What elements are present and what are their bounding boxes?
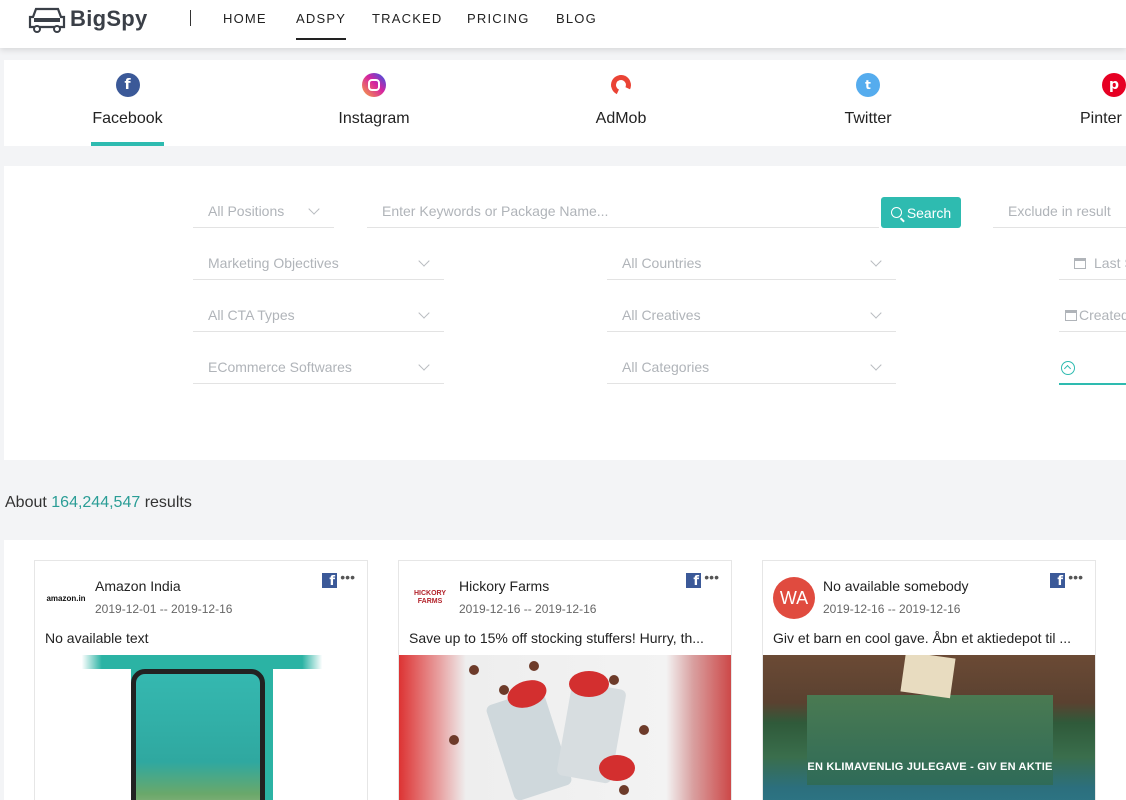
nav-link-pricing[interactable]: PRICING <box>467 11 530 26</box>
advertiser-name[interactable]: No available somebody <box>823 578 969 594</box>
ad-card[interactable]: amazon.in Amazon India 2019-12-01 -- 201… <box>34 560 368 800</box>
select-value: Marketing Objectives <box>208 255 339 271</box>
creatives-select[interactable]: All Creatives <box>607 300 896 332</box>
tab-pinterest[interactable]: p Pinter <box>1080 60 1126 146</box>
ad-date-range: 2019-12-16 -- 2019-12-16 <box>823 602 961 616</box>
active-tab-indicator <box>91 142 164 146</box>
facebook-icon: f <box>1050 573 1065 589</box>
ad-media[interactable]: EN KLIMAVENLIG JULEGAVE - GIV EN AKTIE <box>763 655 1095 800</box>
ecommerce-softwares-select[interactable]: ECommerce Softwares <box>193 352 444 384</box>
advertiser-avatar: WA <box>773 577 815 619</box>
nav-link-home[interactable]: HOME <box>223 11 267 26</box>
select-value: All Countries <box>622 255 702 271</box>
advertiser-name[interactable]: Amazon India <box>95 578 181 594</box>
collapse-filters-toggle[interactable] <box>1059 351 1126 385</box>
chevron-down-icon <box>308 203 320 215</box>
keyword-search-input[interactable]: Enter Keywords or Package Name... <box>367 196 879 228</box>
facebook-icon: f <box>322 573 337 589</box>
button-label: Search <box>906 204 952 221</box>
nav-link-tracked[interactable]: TRACKED <box>372 11 443 26</box>
date-picker-label: Created <box>1079 307 1126 323</box>
nav-link-adspy[interactable]: ADSPY <box>296 11 347 40</box>
ad-date-range: 2019-12-01 -- 2019-12-16 <box>95 602 233 616</box>
created-date-picker[interactable]: Created <box>1059 300 1126 332</box>
advertiser-avatar: amazon.in <box>45 577 87 619</box>
ad-text: Giv et barn en cool gave. Åbn et aktiede… <box>773 630 1072 646</box>
chevron-down-icon <box>870 255 882 267</box>
twitter-icon: t <box>856 73 880 97</box>
advertiser-avatar: HICKORY FARMS <box>409 577 451 619</box>
ad-card[interactable]: HICKORY FARMS Hickory Farms 2019-12-16 -… <box>398 560 732 800</box>
results-number: 164,244,547 <box>51 494 141 511</box>
chevron-down-icon <box>418 307 430 319</box>
select-value: All Creatives <box>622 307 701 323</box>
pinterest-icon: p <box>1102 73 1126 97</box>
categories-select[interactable]: All Categories <box>607 352 896 384</box>
ad-cards-grid: amazon.in Amazon India 2019-12-01 -- 201… <box>4 540 1126 800</box>
results-count: About 164,244,547 results <box>5 494 192 512</box>
ad-date-range: 2019-12-16 -- 2019-12-16 <box>459 602 597 616</box>
tab-label: Instagram <box>338 110 410 127</box>
more-options-icon[interactable]: ••• <box>704 569 719 585</box>
calendar-icon <box>1065 310 1077 321</box>
select-value: All CTA Types <box>208 307 295 323</box>
brand-logo[interactable]: BigSpy <box>28 4 148 34</box>
tab-facebook[interactable]: f Facebook <box>91 60 164 146</box>
input-placeholder: Exclude in result <box>1008 203 1111 219</box>
instagram-icon <box>362 73 386 97</box>
avatar-logo-text: amazon.in <box>46 593 86 603</box>
tab-label: Pinter <box>1080 110 1122 127</box>
cta-types-select[interactable]: All CTA Types <box>193 300 444 332</box>
nav-link-blog[interactable]: BLOG <box>556 11 597 26</box>
avatar-logo-text: HICKORY FARMS <box>413 590 447 605</box>
tab-label: Facebook <box>92 110 163 127</box>
select-value: All Positions <box>208 203 285 219</box>
tab-admob[interactable]: AdMob <box>589 60 653 146</box>
brand-name: BigSpy <box>70 6 148 31</box>
top-navbar: BigSpy HOME ADSPY TRACKED PRICING BLOG <box>0 0 1126 48</box>
positions-select[interactable]: All Positions <box>193 196 334 228</box>
ad-text: No available text <box>45 630 149 646</box>
ad-card[interactable]: WA No available somebody 2019-12-16 -- 2… <box>762 560 1096 800</box>
select-value: All Categories <box>622 359 710 375</box>
ad-media-caption: EN KLIMAVENLIG JULEGAVE - GIV EN AKTIE <box>807 761 1053 773</box>
ad-media[interactable] <box>35 655 367 800</box>
platform-tabs: f Facebook Instagram AdMob t Twitter p P… <box>4 60 1126 146</box>
calendar-icon <box>1074 258 1086 269</box>
more-options-icon[interactable]: ••• <box>340 569 355 585</box>
results-suffix: results <box>144 494 192 511</box>
last-seen-date-picker[interactable]: Last S <box>1059 248 1126 280</box>
date-picker-label: Last S <box>1094 255 1126 271</box>
facebook-icon: f <box>686 573 701 589</box>
search-button[interactable]: Search <box>881 197 961 228</box>
chevron-up-circle-icon <box>1061 361 1075 375</box>
facebook-icon: f <box>115 73 140 97</box>
chevron-down-icon <box>418 359 430 371</box>
chevron-down-icon <box>870 307 882 319</box>
select-value: ECommerce Softwares <box>208 359 352 375</box>
countries-select[interactable]: All Countries <box>607 248 896 280</box>
exclude-input[interactable]: Exclude in result <box>993 196 1126 228</box>
filter-panel: All Positions Enter Keywords or Package … <box>4 166 1126 460</box>
tab-label: AdMob <box>595 110 647 127</box>
ad-text: Save up to 15% off stocking stuffers! Hu… <box>409 630 704 646</box>
phone-mockup-image <box>131 669 265 800</box>
nav-divider <box>190 10 191 26</box>
spy-car-icon <box>28 7 66 33</box>
tab-twitter[interactable]: t Twitter <box>838 60 898 146</box>
input-placeholder: Enter Keywords or Package Name... <box>382 203 609 219</box>
chevron-down-icon <box>418 255 430 267</box>
more-options-icon[interactable]: ••• <box>1068 569 1083 585</box>
ad-media[interactable] <box>399 655 731 800</box>
admob-icon <box>608 72 634 98</box>
search-icon <box>890 207 902 218</box>
avatar-initials: WA <box>779 587 809 608</box>
chevron-down-icon <box>870 359 882 371</box>
tab-instagram[interactable]: Instagram <box>334 60 414 146</box>
results-prefix: About <box>5 494 47 511</box>
marketing-objectives-select[interactable]: Marketing Objectives <box>193 248 444 280</box>
advertiser-name[interactable]: Hickory Farms <box>459 578 549 594</box>
tab-label: Twitter <box>844 110 892 127</box>
